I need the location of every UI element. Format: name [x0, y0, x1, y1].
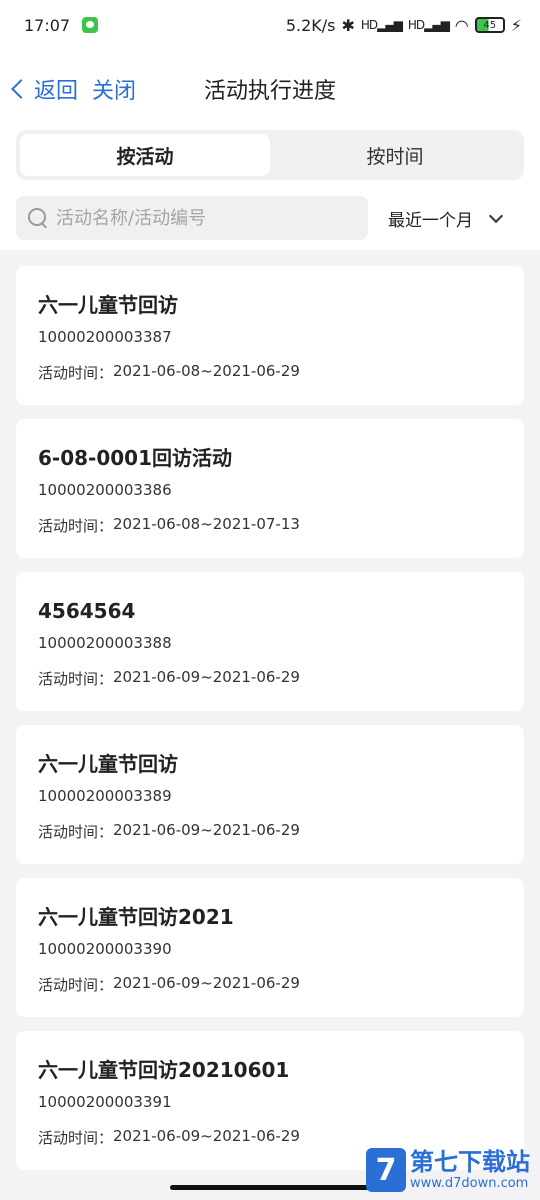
- status-time: 17:07: [24, 15, 71, 35]
- search-box[interactable]: [16, 196, 368, 240]
- activity-card[interactable]: 4564564 10000200003388 活动时间： 2021-06-09~2…: [16, 572, 524, 711]
- home-indicator[interactable]: [170, 1185, 370, 1190]
- activity-title: 六一儿童节回访20210601: [38, 1058, 290, 1082]
- activity-time: 活动时间： 2021-06-08~2021-07-13: [38, 515, 300, 535]
- search-row: 最近一个月: [0, 180, 540, 250]
- header-area: 17:07 5.2K/s ✱ HD▂▄▆ HD▂▄▆ ◠ 45 ⚡ 返回 关闭 …: [0, 0, 540, 250]
- activity-time: 活动时间： 2021-06-09~2021-06-29: [38, 821, 300, 841]
- activity-title: 六一儿童节回访2021: [38, 905, 234, 929]
- activity-code: 10000200003390: [38, 940, 172, 958]
- back-button[interactable]: 返回: [11, 73, 79, 105]
- activity-list: 六一儿童节回访 10000200003387 活动时间： 2021-06-08~2…: [0, 250, 540, 1170]
- activity-code: 10000200003387: [38, 328, 172, 346]
- activity-code: 10000200003389: [38, 787, 172, 805]
- activity-title: 6-08-0001回访活动: [38, 446, 233, 470]
- search-icon: [28, 208, 48, 228]
- time-filter-label: 最近一个月: [388, 210, 473, 231]
- activity-card[interactable]: 六一儿童节回访 10000200003387 活动时间： 2021-06-08~2…: [16, 266, 524, 405]
- watermark-url: www.d7down.com: [410, 1176, 529, 1191]
- close-button[interactable]: 关闭: [92, 73, 136, 105]
- chevron-left-icon: [11, 79, 31, 99]
- charging-icon: ⚡: [510, 15, 522, 35]
- search-input[interactable]: [56, 207, 336, 229]
- back-label: 返回: [34, 79, 79, 104]
- activity-title: 六一儿童节回访: [38, 752, 178, 776]
- signal-icon: HD▂▄▆: [360, 18, 403, 32]
- watermark-name: 第七下载站: [410, 1148, 530, 1176]
- activity-code: 10000200003391: [38, 1093, 172, 1111]
- activity-title: 4564564: [38, 599, 136, 623]
- d7-logo-icon: 7: [366, 1148, 406, 1192]
- activity-code: 10000200003386: [38, 481, 172, 499]
- wifi-icon: ◠: [454, 15, 469, 35]
- signal-icon-2: HD▂▄▆: [407, 18, 450, 32]
- bluetooth-icon: ✱: [341, 15, 355, 35]
- tab-by-time[interactable]: 按时间: [270, 134, 520, 176]
- activity-time: 活动时间： 2021-06-09~2021-06-29: [38, 1127, 300, 1147]
- segment-control: 按活动 按时间: [16, 130, 524, 180]
- network-speed: 5.2K/s: [285, 15, 336, 35]
- watermark-logo: 7 第七下载站 www.d7down.com: [366, 1148, 530, 1192]
- activity-time: 活动时间： 2021-06-09~2021-06-29: [38, 668, 300, 688]
- activity-title: 六一儿童节回访: [38, 293, 178, 317]
- tab-by-activity[interactable]: 按活动: [20, 134, 270, 176]
- activity-time: 活动时间： 2021-06-08~2021-06-29: [38, 362, 300, 382]
- activity-card[interactable]: 六一儿童节回访2021 10000200003390 活动时间： 2021-06-…: [16, 878, 524, 1017]
- activity-time: 活动时间： 2021-06-09~2021-06-29: [38, 974, 300, 994]
- activity-code: 10000200003388: [38, 634, 172, 652]
- time-filter-dropdown[interactable]: 最近一个月: [388, 206, 504, 231]
- battery-icon: 45: [474, 17, 505, 33]
- nav-bar: 返回 关闭 活动执行进度: [0, 50, 540, 128]
- activity-card[interactable]: 六一儿童节回访 10000200003389 活动时间： 2021-06-09~2…: [16, 725, 524, 864]
- wechat-notification-icon: [82, 17, 99, 33]
- activity-card[interactable]: 6-08-0001回访活动 10000200003386 活动时间： 2021-0…: [16, 419, 524, 558]
- chevron-down-icon: [488, 208, 504, 223]
- status-bar: 17:07 5.2K/s ✱ HD▂▄▆ HD▂▄▆ ◠ 45 ⚡: [0, 0, 540, 50]
